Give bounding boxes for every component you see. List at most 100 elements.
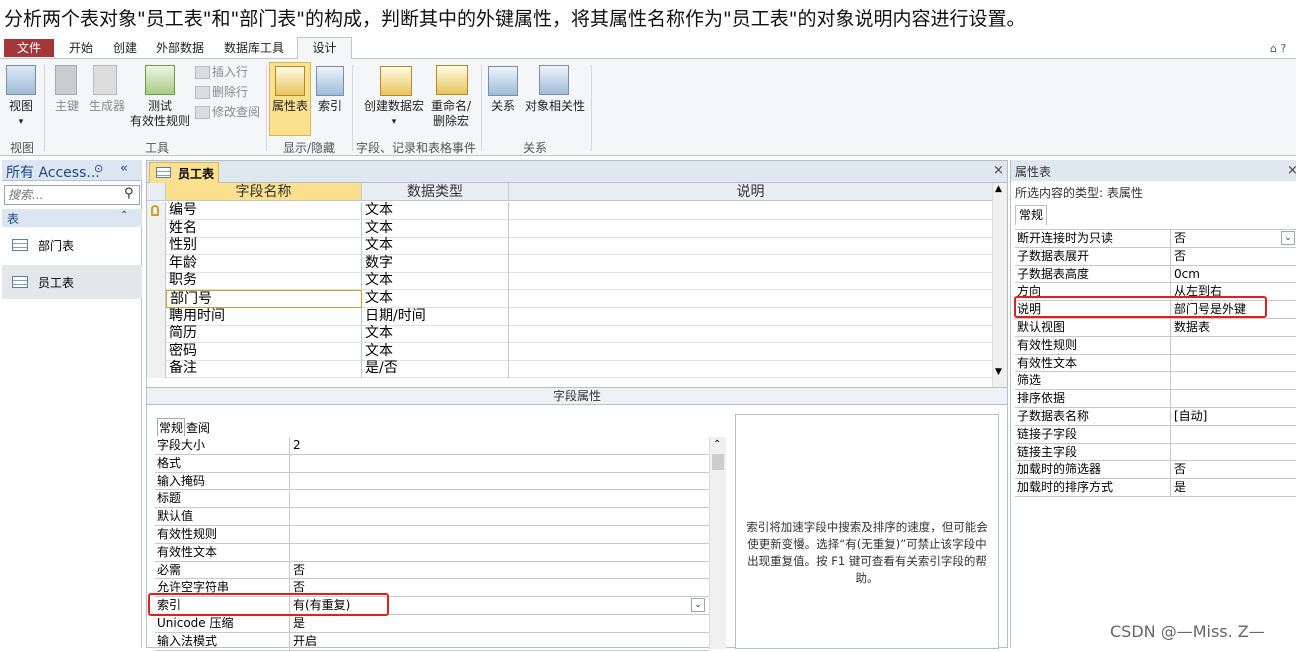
property-sheet-row[interactable]: 断开连接时为只读否 ⌄ xyxy=(1015,230,1296,248)
view-button[interactable]: 视图 xyxy=(3,99,39,114)
window-controls[interactable]: ⌂ ? xyxy=(1270,41,1286,57)
chevron-up-icon[interactable]: ⌃ xyxy=(120,210,128,221)
modify-lookup-button[interactable]: 修改查阅 xyxy=(212,105,260,120)
field-row[interactable]: 职务 文本 xyxy=(147,272,992,291)
field-property-row[interactable]: Unicode 压缩是 xyxy=(155,615,709,633)
field-properties-scrollbar[interactable]: ⌃ xyxy=(709,437,726,649)
property-sheet-row[interactable]: 加载时的排序方式是 xyxy=(1015,479,1296,497)
property-sheet-row[interactable]: 子数据表展开否 xyxy=(1015,247,1296,266)
data-type-cell[interactable]: 数字 xyxy=(362,254,509,273)
description-cell[interactable] xyxy=(509,255,992,273)
tab-home[interactable]: 开始 xyxy=(69,40,93,56)
field-name-cell[interactable]: 部门号 xyxy=(166,290,362,308)
description-cell[interactable] xyxy=(509,220,992,238)
description-cell[interactable] xyxy=(509,272,992,291)
search-icon[interactable]: ⚲ xyxy=(124,186,134,201)
nav-header[interactable]: 所有 Access... ⊙ « xyxy=(2,160,142,181)
property-value[interactable]: [自动] xyxy=(1174,408,1207,425)
delete-row-button[interactable]: 删除行 xyxy=(212,85,248,100)
data-type-cell[interactable]: 文本 xyxy=(362,237,509,256)
builder-button[interactable]: 生成器 xyxy=(86,99,128,114)
scroll-down-icon[interactable]: ▼ xyxy=(995,367,1002,377)
tab-database-tools[interactable]: 数据库工具 xyxy=(224,40,284,56)
property-sheet-row[interactable]: 排序依据 xyxy=(1015,390,1296,408)
field-row[interactable]: 编号 文本 xyxy=(147,202,992,220)
field-property-row[interactable]: 默认值 xyxy=(155,508,709,526)
row-selector[interactable] xyxy=(147,254,166,273)
close-icon[interactable]: × xyxy=(1287,163,1296,178)
field-row[interactable]: 年龄 数字 xyxy=(147,254,992,273)
property-sheet-row[interactable]: 链接主字段 xyxy=(1015,443,1296,462)
col-header-description[interactable]: 说明 xyxy=(509,183,992,201)
field-name-cell[interactable]: 密码 xyxy=(166,342,362,361)
property-value[interactable]: 是 xyxy=(293,615,305,632)
row-selector[interactable] xyxy=(147,219,166,238)
row-selector[interactable] xyxy=(147,325,166,343)
nav-dropdown-icon[interactable]: ⊙ xyxy=(94,162,103,175)
field-row[interactable]: 聘用时间 日期/时间 xyxy=(147,307,992,326)
data-type-cell[interactable]: 日期/时间 xyxy=(362,307,509,326)
description-cell[interactable] xyxy=(509,308,992,326)
field-name-cell[interactable]: 性别 xyxy=(166,237,362,256)
property-value[interactable]: 是 xyxy=(1174,479,1186,496)
index-button[interactable]: 索引 xyxy=(312,99,348,114)
create-data-macro-button[interactable]: 创建数据宏 xyxy=(360,99,428,114)
row-selector[interactable] xyxy=(147,307,166,326)
property-sheet-row[interactable]: 有效性规则 xyxy=(1015,336,1296,355)
field-property-row[interactable]: 标题 xyxy=(155,490,709,509)
tab-external-data[interactable]: 外部数据 xyxy=(156,40,204,56)
data-type-cell[interactable]: 文本 xyxy=(362,325,509,344)
field-property-row[interactable]: 格式 xyxy=(155,454,709,473)
row-selector[interactable] xyxy=(147,342,166,361)
data-type-cell[interactable]: 文本 xyxy=(362,290,509,308)
nav-search-box[interactable]: ⚲ xyxy=(4,185,140,205)
description-cell[interactable] xyxy=(509,360,992,379)
chevron-down-icon[interactable]: ⌄ xyxy=(1281,231,1295,245)
scroll-up-icon[interactable]: ⌃ xyxy=(713,439,721,450)
field-property-row[interactable]: 有效性文本 xyxy=(155,543,709,562)
relationships-button[interactable]: 关系 xyxy=(486,99,520,114)
data-type-cell[interactable]: 文本 xyxy=(362,342,509,361)
field-name-cell[interactable]: 职务 xyxy=(166,272,362,291)
field-property-row[interactable]: 有效性规则 xyxy=(155,526,709,544)
tab-lookup[interactable]: 查阅 xyxy=(185,419,211,436)
tab-create[interactable]: 创建 xyxy=(113,40,137,56)
description-cell[interactable] xyxy=(509,202,992,220)
property-value[interactable]: 数据表 xyxy=(1174,319,1210,336)
property-value[interactable]: 否 xyxy=(1174,230,1186,247)
field-name-cell[interactable]: 备注 xyxy=(166,360,362,379)
tab-design[interactable]: 设计 xyxy=(297,37,352,60)
field-property-row[interactable]: 必需否 xyxy=(155,561,709,580)
tab-general[interactable]: 常规 xyxy=(1015,205,1047,225)
view-dropdown-arrow[interactable]: ▾ xyxy=(3,115,39,130)
data-type-cell[interactable]: 文本 xyxy=(362,202,509,220)
field-row[interactable]: 部门号 文本 xyxy=(147,290,992,308)
create-data-macro-arrow[interactable]: ▾ xyxy=(360,115,428,130)
rename-delete-macro-button[interactable]: 重命名/ 删除宏 xyxy=(427,99,475,129)
field-name-cell[interactable]: 年龄 xyxy=(166,254,362,273)
data-type-cell[interactable]: 是/否 xyxy=(362,360,509,379)
field-row[interactable]: 姓名 文本 xyxy=(147,219,992,238)
grid-scrollbar[interactable]: ▲ ▼ xyxy=(992,183,1007,387)
property-sheet-row[interactable]: 筛选 xyxy=(1015,372,1296,391)
field-property-row[interactable]: 输入掩码 xyxy=(155,472,709,491)
property-sheet-row[interactable]: 有效性文本 xyxy=(1015,354,1296,373)
property-sheet-row[interactable]: 加载时的筛选器否 xyxy=(1015,461,1296,480)
field-name-cell[interactable]: 聘用时间 xyxy=(166,307,362,326)
nav-search-input[interactable] xyxy=(5,186,119,204)
document-tab-employees[interactable]: 员工表 xyxy=(149,162,219,183)
nav-collapse-icon[interactable]: « xyxy=(120,161,128,176)
nav-section-tables[interactable]: 表 ⌃ xyxy=(2,209,142,227)
row-selector[interactable] xyxy=(147,360,166,378)
property-sheet-row[interactable]: 子数据表高度 0cm xyxy=(1015,265,1296,284)
field-row[interactable]: 简历 文本 xyxy=(147,325,992,344)
col-header-data-type[interactable]: 数据类型 xyxy=(362,183,509,201)
description-cell[interactable] xyxy=(509,343,992,361)
property-value[interactable]: 0cm xyxy=(1174,266,1200,283)
chevron-down-icon[interactable]: ⌄ xyxy=(691,598,705,613)
property-value[interactable]: 否 xyxy=(293,562,305,579)
property-value[interactable]: 2 xyxy=(293,437,301,454)
data-type-cell[interactable]: 文本 xyxy=(362,272,509,291)
property-sheet-button[interactable]: 属性表 xyxy=(269,99,311,114)
tab-file[interactable]: 文件 xyxy=(4,39,54,57)
